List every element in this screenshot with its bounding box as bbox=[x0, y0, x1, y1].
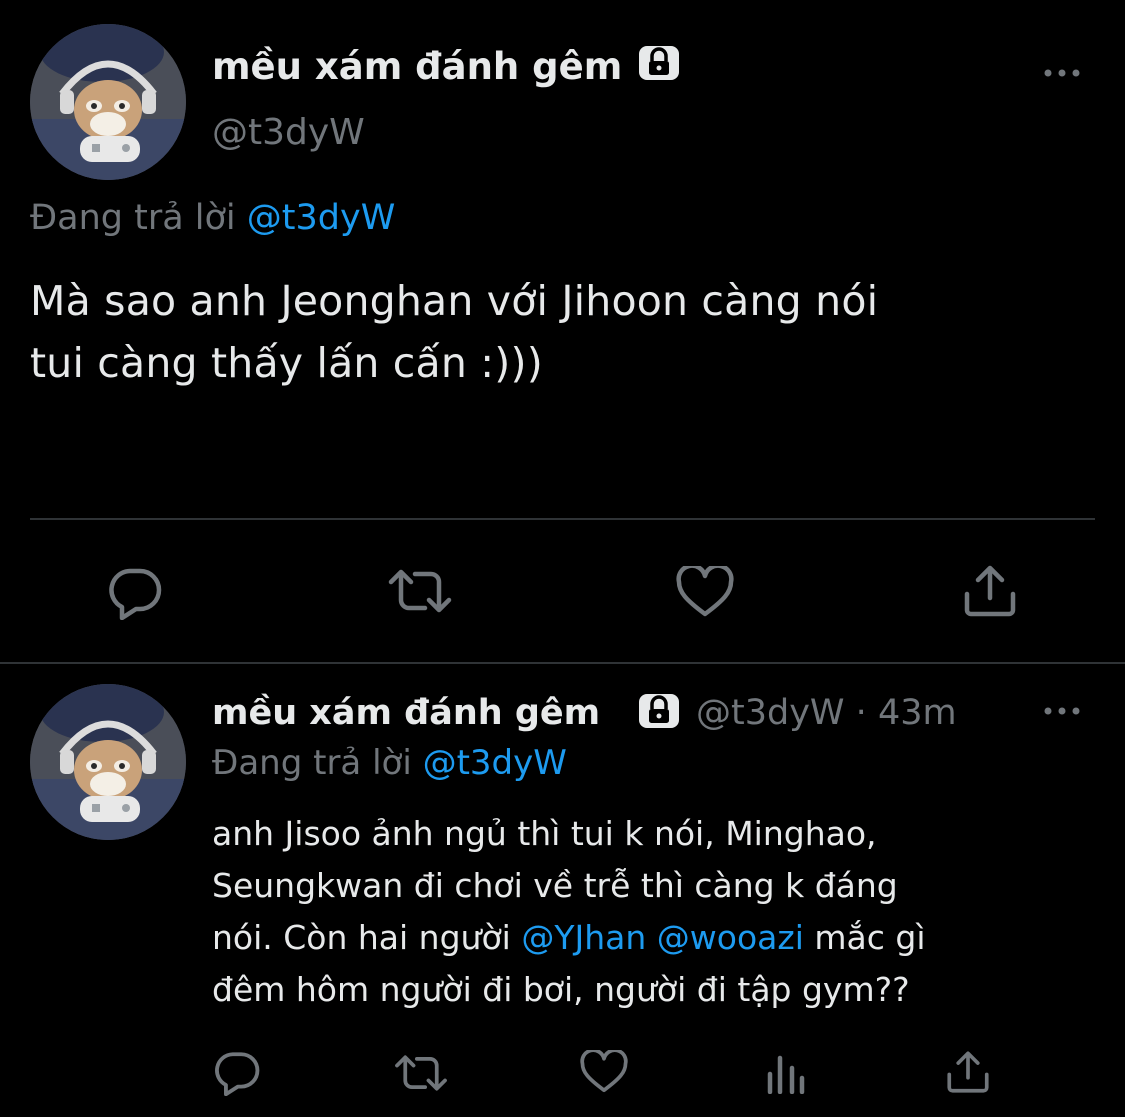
separator-dot: · bbox=[855, 693, 867, 733]
handle[interactable]: @t3dyW bbox=[212, 110, 365, 156]
divider bbox=[30, 518, 1095, 520]
lock-icon bbox=[637, 42, 681, 86]
more-icon[interactable] bbox=[1040, 700, 1084, 722]
replying-to-mention[interactable]: @t3dyW bbox=[247, 198, 396, 238]
share-icon[interactable] bbox=[944, 1050, 992, 1094]
reply-icon[interactable] bbox=[212, 1050, 262, 1096]
handle-time: @t3dyW · 43m bbox=[696, 690, 957, 736]
mention-link[interactable]: @wooazi bbox=[657, 918, 804, 957]
retweet-icon[interactable] bbox=[385, 566, 455, 616]
timestamp[interactable]: 43m bbox=[878, 693, 957, 733]
tweet-text-line: đêm hôm người đi bơi, người đi tập gym?? bbox=[212, 970, 910, 1009]
text-segment: mắc gì bbox=[814, 918, 926, 957]
tweet-text: Mà sao anh Jeonghan với Jihoon càng nói … bbox=[30, 270, 1110, 394]
tweet-text-line: Mà sao anh Jeonghan với Jihoon càng nói bbox=[30, 277, 879, 325]
replying-to-label: Đang trả lời bbox=[212, 743, 412, 783]
heart-icon[interactable] bbox=[580, 1050, 628, 1094]
handle[interactable]: @t3dyW bbox=[696, 693, 845, 733]
lock-icon bbox=[637, 690, 681, 734]
tweet-text: anh Jisoo ảnh ngủ thì tui k nói, Minghao… bbox=[212, 808, 1112, 1016]
avatar[interactable] bbox=[30, 684, 186, 840]
replying-to-mention[interactable]: @t3dyW bbox=[423, 743, 567, 783]
retweet-icon[interactable] bbox=[392, 1052, 450, 1094]
tweet-text-line: Seungkwan đi chơi về trễ thì càng k đáng bbox=[212, 866, 898, 905]
replying-to-label: Đang trả lời bbox=[30, 198, 236, 238]
display-name[interactable]: mều xám đánh gêm bbox=[212, 44, 622, 90]
avatar[interactable] bbox=[30, 24, 186, 180]
tweet-text-line: tui càng thấy lấn cấn :))) bbox=[30, 339, 543, 387]
reply-icon[interactable] bbox=[106, 566, 164, 620]
mention-link[interactable]: @YJhan bbox=[521, 918, 646, 957]
more-icon[interactable] bbox=[1040, 62, 1084, 84]
display-name[interactable]: mều xám đánh gêm bbox=[212, 690, 600, 736]
divider bbox=[0, 662, 1125, 664]
replying-to-line: Đang trả lời @t3dyW bbox=[30, 196, 395, 240]
text-segment: nói. Còn hai người bbox=[212, 918, 511, 957]
replying-to-line: Đang trả lời @t3dyW bbox=[212, 741, 567, 785]
analytics-icon[interactable] bbox=[764, 1052, 808, 1094]
tweet-text-line: nói. Còn hai người @YJhan @wooazi mắc gì bbox=[212, 912, 1112, 964]
share-icon[interactable] bbox=[962, 564, 1018, 618]
tweet-text-line: anh Jisoo ảnh ngủ thì tui k nói, Minghao… bbox=[212, 814, 877, 853]
heart-icon[interactable] bbox=[676, 566, 734, 618]
